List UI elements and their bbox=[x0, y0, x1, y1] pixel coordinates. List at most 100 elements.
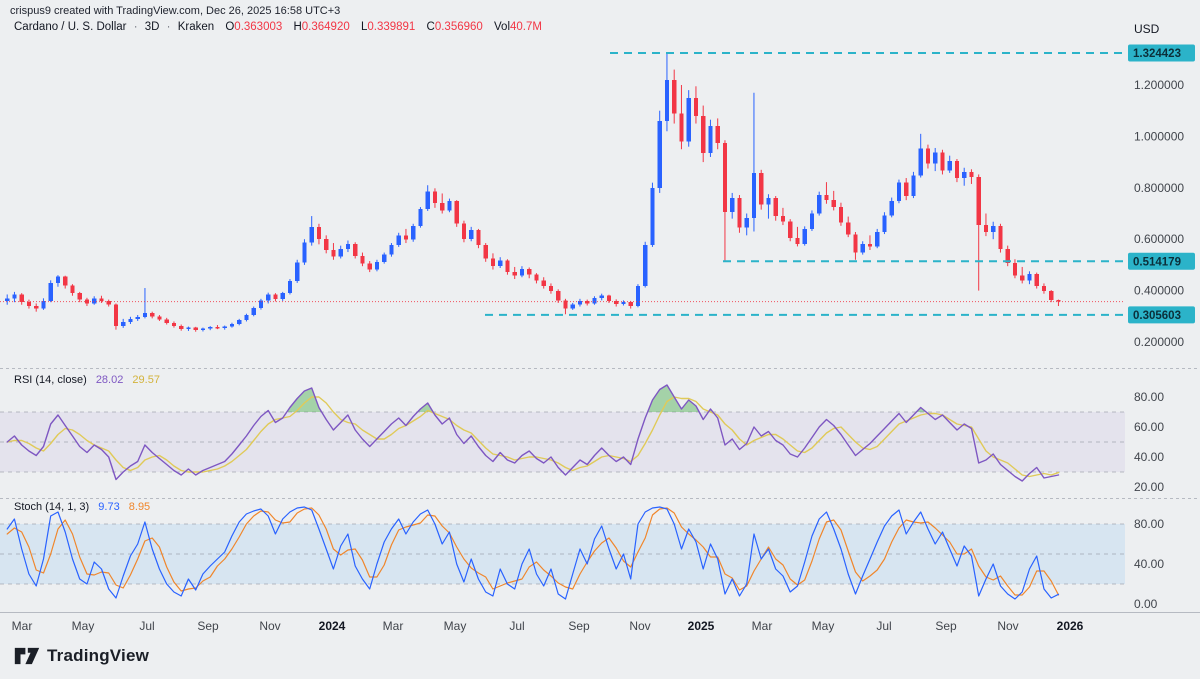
candle-body bbox=[911, 175, 916, 197]
price-level-badge-label: 0.305603 bbox=[1133, 310, 1181, 322]
stoch-tick-label: 0.00 bbox=[1134, 597, 1158, 611]
candle-body bbox=[280, 293, 285, 299]
candle-body bbox=[947, 160, 952, 171]
candle-body bbox=[345, 243, 351, 249]
candle-body bbox=[396, 235, 401, 245]
time-tick-label: Sep bbox=[197, 619, 219, 633]
candle-body bbox=[295, 262, 300, 281]
low-value: 0.339891 bbox=[367, 21, 416, 33]
price-tick-label: 0.600000 bbox=[1134, 232, 1184, 246]
candle-body bbox=[795, 237, 800, 244]
stoch-label[interactable]: Stoch (14, 1, 3) bbox=[14, 501, 89, 513]
candle-body bbox=[599, 295, 604, 298]
candle-body bbox=[382, 254, 387, 262]
candle-body bbox=[976, 177, 981, 226]
candle-body bbox=[92, 298, 97, 304]
candle-body bbox=[208, 327, 213, 329]
tradingview-logo[interactable]: TradingView bbox=[14, 645, 149, 667]
candle-body bbox=[679, 113, 684, 142]
time-tick-label: 2025 bbox=[688, 619, 715, 633]
candle-body bbox=[171, 322, 177, 327]
rsi-label[interactable]: RSI (14, close) bbox=[14, 374, 87, 386]
candle-body bbox=[904, 182, 909, 197]
symbol-title[interactable]: Cardano / U. S. Dollar bbox=[14, 21, 127, 33]
candle-body bbox=[222, 326, 227, 328]
candle-body bbox=[831, 200, 836, 208]
candle-body bbox=[461, 223, 467, 240]
separator-dot: · bbox=[166, 21, 171, 33]
candle-body bbox=[875, 232, 880, 247]
time-tick-label: Jul bbox=[509, 619, 524, 633]
time-tick-label: Mar bbox=[752, 619, 773, 633]
candle-body bbox=[846, 222, 851, 235]
candle-body bbox=[867, 243, 873, 247]
candle-body bbox=[99, 298, 104, 301]
candle-body bbox=[969, 171, 974, 178]
candle-body bbox=[657, 120, 662, 188]
candle-body bbox=[933, 152, 938, 164]
chart-canvas[interactable]: 1.324423 0.514179 0.305603 USD 1.200000 1.000… bbox=[0, 0, 1200, 679]
candle-body bbox=[563, 300, 568, 309]
candle-body bbox=[367, 263, 372, 270]
candle-body bbox=[353, 243, 358, 256]
candle-body bbox=[918, 148, 923, 176]
candle-body bbox=[693, 97, 699, 116]
exchange-label[interactable]: Kraken bbox=[178, 21, 214, 33]
candle-body bbox=[237, 319, 242, 325]
interval-label[interactable]: 3D bbox=[145, 21, 160, 33]
candle-body bbox=[730, 198, 735, 213]
candle-body bbox=[664, 79, 670, 121]
candle-body bbox=[715, 126, 720, 143]
candle-body bbox=[751, 172, 757, 219]
time-tick-label: May bbox=[812, 619, 835, 633]
time-tick-label: 2024 bbox=[319, 619, 346, 633]
candle-body bbox=[860, 243, 865, 253]
rsi-tick-label: 60.00 bbox=[1134, 420, 1164, 434]
rsi-overbought-fill bbox=[647, 385, 700, 412]
candle-body bbox=[432, 191, 438, 204]
candle-body bbox=[548, 285, 554, 292]
candle-body bbox=[440, 203, 445, 211]
candle-body bbox=[403, 235, 409, 240]
candle-body bbox=[556, 291, 561, 301]
time-tick-label: Nov bbox=[259, 619, 280, 633]
tradingview-logo-icon bbox=[14, 647, 40, 665]
candle-body bbox=[374, 261, 380, 270]
candle-body bbox=[838, 207, 844, 223]
rsi-legend: RSI (14, close) 28.02 29.57 bbox=[14, 374, 160, 386]
candle-body bbox=[954, 160, 960, 179]
candle-body bbox=[621, 301, 626, 304]
candle-body bbox=[215, 327, 220, 329]
candle-body bbox=[983, 225, 989, 233]
time-tick-label: May bbox=[72, 619, 95, 633]
time-tick-label: Nov bbox=[997, 619, 1018, 633]
candle-body bbox=[258, 300, 264, 309]
candle-body bbox=[505, 260, 510, 273]
time-tick-label: Jul bbox=[139, 619, 154, 633]
high-value: 0.364920 bbox=[301, 21, 350, 33]
candle-body bbox=[316, 226, 322, 240]
tradingview-chart-page: { "header": { "attribution": "crispus9 c… bbox=[0, 0, 1200, 679]
candle-body bbox=[722, 142, 728, 213]
open-value: 0.363003 bbox=[234, 21, 283, 33]
candle-body bbox=[338, 248, 343, 257]
rsi-tick-label: 40.00 bbox=[1134, 450, 1164, 464]
rsi-panel[interactable] bbox=[0, 384, 1125, 482]
time-tick-label: Sep bbox=[935, 619, 957, 633]
candle-body bbox=[26, 302, 32, 307]
main-price-panel[interactable] bbox=[0, 52, 1125, 332]
candle-body bbox=[454, 201, 459, 224]
candle-body bbox=[476, 230, 481, 245]
stoch-panel[interactable] bbox=[0, 506, 1125, 600]
candle-body bbox=[324, 239, 329, 250]
candle-body bbox=[84, 299, 90, 304]
candle-body bbox=[266, 294, 271, 301]
candle-body bbox=[186, 327, 191, 330]
candle-body bbox=[635, 285, 641, 307]
symbol-info-bar: Cardano / U. S. Dollar · 3D · Kraken O0.… bbox=[14, 21, 542, 33]
time-tick-label: May bbox=[444, 619, 467, 633]
time-tick-label: Mar bbox=[12, 619, 33, 633]
candle-body bbox=[251, 308, 256, 316]
stoch-legend: Stoch (14, 1, 3) 9.73 8.95 bbox=[14, 501, 150, 513]
separator-dot: · bbox=[133, 21, 138, 33]
